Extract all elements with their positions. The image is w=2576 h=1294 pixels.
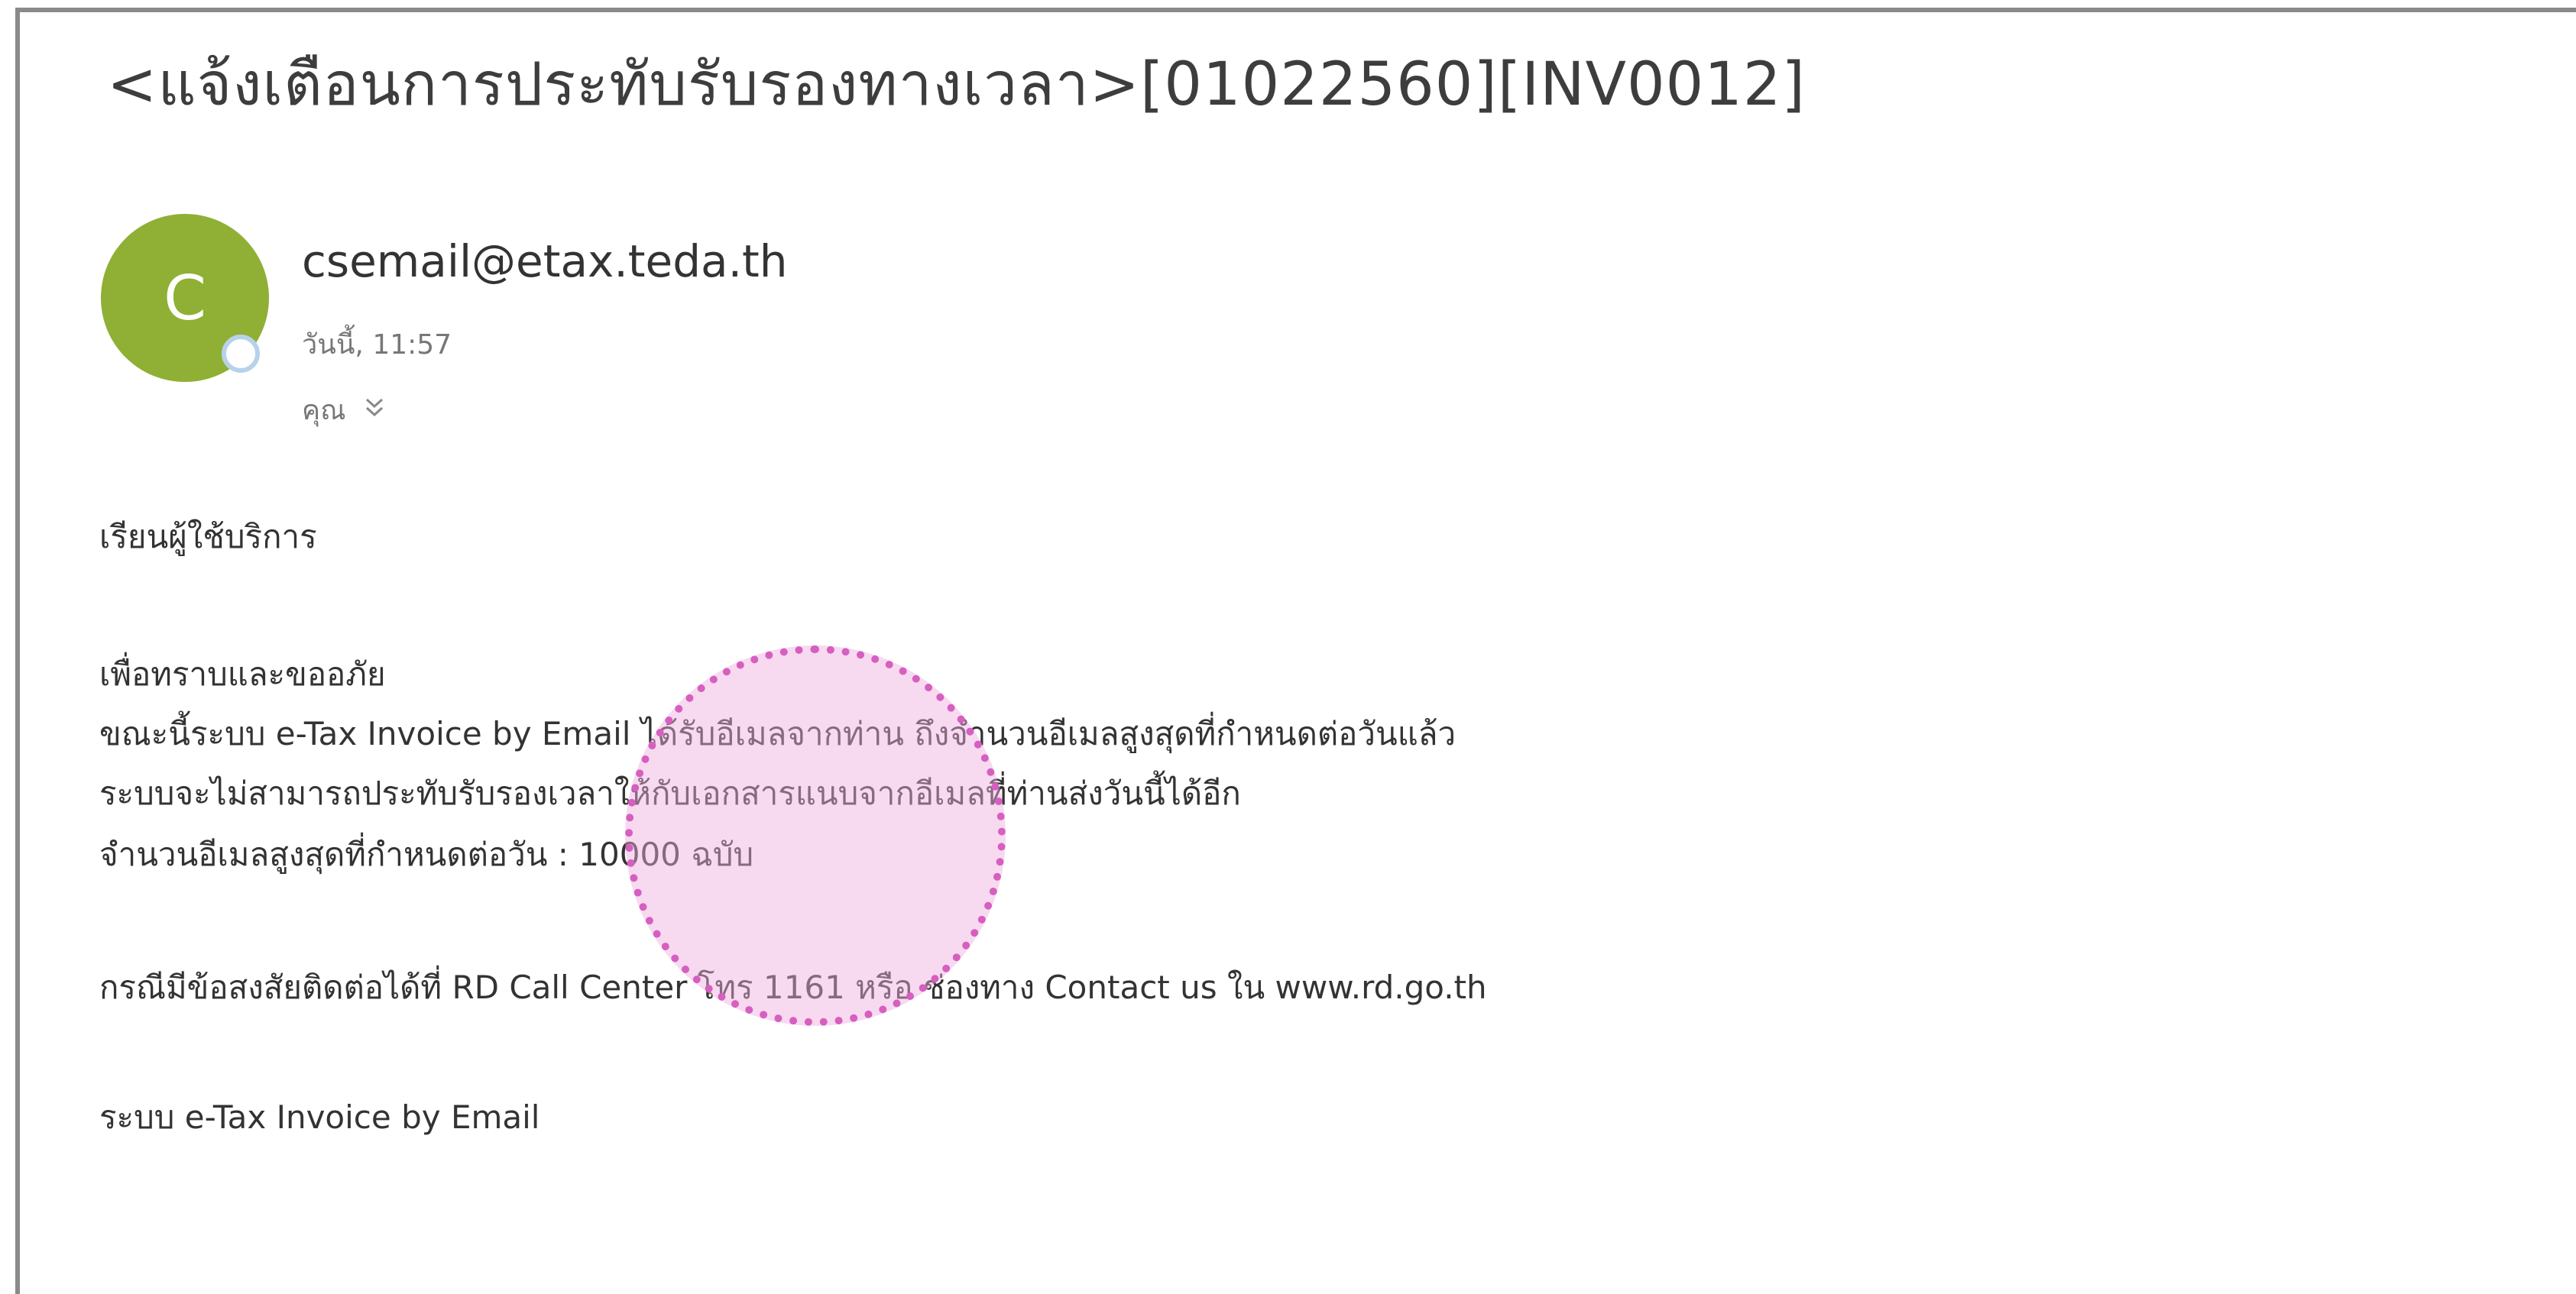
- sent-time: วันนี้, 11:57: [302, 329, 452, 361]
- recipient-line: คุณ: [302, 388, 385, 432]
- body-line: ระบบจะไม่สามารถประทับรับรองเวลาให้กับเอก…: [99, 775, 1241, 812]
- chevron-down-icon[interactable]: [364, 396, 385, 423]
- body-line: ขณะนี้ระบบ e-Tax Invoice by Email ได้รับ…: [99, 715, 1456, 752]
- email-subject: <แจ้งเตือนการประทับรับรองทางเวลา>[010225…: [107, 50, 1806, 119]
- body-line: จำนวนอีเมลสูงสุดที่กำหนดต่อวัน : 10000 ฉ…: [99, 836, 754, 873]
- sender-address[interactable]: csemail@etax.teda.th: [302, 235, 788, 287]
- avatar-initial: C: [164, 262, 206, 334]
- body-signature: ระบบ e-Tax Invoice by Email: [99, 1098, 540, 1136]
- presence-status-icon: [222, 335, 260, 373]
- body-contact: กรณีมีข้อสงสัยติดต่อได้ที่ RD Call Cente…: [99, 969, 1487, 1006]
- recipient-name[interactable]: คุณ: [302, 388, 345, 432]
- body-greeting: เรียนผู้ใช้บริการ: [99, 518, 317, 555]
- body-line: เพื่อทราบและขออภัย: [99, 655, 386, 693]
